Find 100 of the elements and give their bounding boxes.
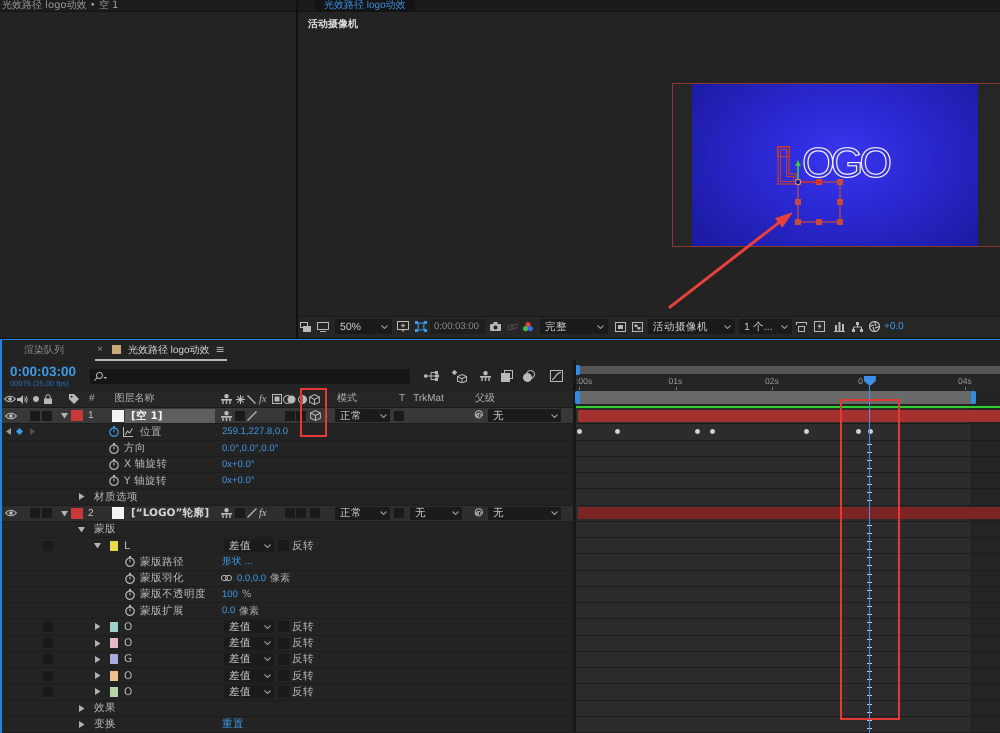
mask-mode-dropdown[interactable]: 差值 <box>224 539 274 552</box>
mask-mode-dropdown[interactable]: 差值 <box>224 669 274 682</box>
spiral-icon[interactable] <box>472 410 483 422</box>
color-swatch-icon[interactable] <box>110 670 118 681</box>
property-value[interactable]: 100 <box>222 588 238 600</box>
navigator-handle[interactable] <box>575 391 580 404</box>
mask-mode-dropdown[interactable]: 差值 <box>224 652 274 666</box>
eye-icon[interactable] <box>5 509 17 518</box>
color-swatch-icon[interactable] <box>71 508 83 519</box>
stopwatch-icon[interactable] <box>125 588 135 600</box>
left-triangle-icon[interactable] <box>6 428 11 436</box>
switch-toggle[interactable] <box>42 410 52 421</box>
frames-stack-icon[interactable] <box>501 370 513 382</box>
panel-tab[interactable]: 渲染队列 <box>14 340 74 361</box>
switch-toggle[interactable] <box>394 410 404 421</box>
mask-mode-dropdown[interactable]: 差值 <box>224 685 274 698</box>
figure-wall-icon[interactable] <box>221 410 232 421</box>
slash-icon[interactable] <box>247 508 257 518</box>
color-swatch-icon[interactable] <box>110 540 118 551</box>
exposure-value[interactable]: +0.0 <box>884 321 904 332</box>
twirl-triangle-icon[interactable] <box>78 493 85 500</box>
bracket-frame-icon[interactable] <box>796 322 807 332</box>
color-swatch-icon[interactable] <box>110 638 118 648</box>
close-button[interactable]: × <box>97 344 103 354</box>
camera-icon[interactable] <box>490 322 501 331</box>
checkerboard-icon[interactable] <box>632 322 643 332</box>
lightning-frame-icon[interactable] <box>814 321 825 332</box>
property-value[interactable]: 0x+0.0° <box>222 475 255 486</box>
keyframe-icon[interactable] <box>804 429 808 434</box>
spiral-icon[interactable] <box>472 508 483 519</box>
switch-toggle[interactable] <box>285 410 295 421</box>
stopwatch-icon[interactable] <box>109 442 119 454</box>
twirl-triangle-icon[interactable] <box>94 640 101 647</box>
playhead[interactable] <box>864 376 876 386</box>
blend-mode-dropdown[interactable]: 正常 <box>335 506 390 520</box>
track-matte-dropdown[interactable]: 无 <box>410 506 462 520</box>
property-value[interactable]: 0.0°,0.0°,0.0° <box>222 442 278 454</box>
hierarchy-icon[interactable] <box>852 322 863 332</box>
parent-dropdown[interactable]: 无 <box>488 506 561 520</box>
diamond-icon[interactable] <box>16 428 23 436</box>
reset-link[interactable]: 重置 <box>222 717 244 732</box>
twirl-triangle-icon[interactable] <box>94 688 101 696</box>
eye-icon[interactable] <box>4 395 16 403</box>
up-arrow-icon[interactable] <box>795 160 801 185</box>
slash-icon[interactable] <box>247 410 257 421</box>
eye-icon[interactable] <box>5 412 17 420</box>
mask-mode-dropdown[interactable]: 差值 <box>224 636 274 650</box>
color-swatch-icon[interactable] <box>110 686 118 697</box>
keyframe-icon[interactable] <box>576 429 582 434</box>
resolution-dropdown[interactable]: 完整 <box>540 319 608 334</box>
stopwatch-icon[interactable] <box>109 426 119 438</box>
property-value[interactable]: 0.0,0.0 <box>237 572 266 584</box>
figure-wall-icon[interactable] <box>221 508 232 518</box>
parent-dropdown[interactable]: 无 <box>488 409 561 422</box>
color-swatch-icon[interactable] <box>112 345 121 354</box>
layer-name[interactable]: [空 1] <box>125 408 215 423</box>
node-tree-icon[interactable] <box>424 371 439 381</box>
twirl-triangle-icon[interactable] <box>61 510 68 517</box>
color-dots-icon[interactable] <box>523 322 533 332</box>
color-swatch-icon[interactable] <box>110 622 118 632</box>
stopwatch-icon[interactable] <box>125 605 135 616</box>
camera-dropdown[interactable]: 活动摄像机 <box>648 319 735 334</box>
stopwatch-icon[interactable] <box>109 458 119 470</box>
stopwatch-icon[interactable] <box>125 556 135 568</box>
graph-icon[interactable] <box>123 426 133 437</box>
twirl-triangle-icon[interactable] <box>78 526 85 533</box>
keyframe-icon[interactable] <box>614 429 620 434</box>
square-frame-icon[interactable] <box>615 322 626 332</box>
search-field[interactable] <box>90 368 410 384</box>
zoom-dropdown[interactable]: 50% <box>335 319 392 334</box>
monitor-icon[interactable] <box>317 322 329 332</box>
twirl-triangle-icon[interactable] <box>94 656 101 663</box>
switch-toggle[interactable] <box>235 410 245 421</box>
cube-sparkle-icon[interactable] <box>452 370 467 382</box>
mask-mode-dropdown[interactable]: 差值 <box>224 620 274 634</box>
timecode-display[interactable]: 0:00:03:00 <box>10 364 76 379</box>
property-value[interactable]: 形状 ... <box>222 555 253 568</box>
stacked-screens-icon[interactable] <box>300 322 311 332</box>
stopwatch-icon[interactable] <box>109 475 119 486</box>
keyframe-icon[interactable] <box>856 429 860 434</box>
curve-box-icon[interactable] <box>550 370 563 382</box>
viewer-tab[interactable]: 光效路径 logo动效 <box>315 0 415 11</box>
cube-icon[interactable] <box>310 410 321 422</box>
property-value[interactable]: 0x+0.0° <box>222 458 255 470</box>
figure-wall-icon[interactable] <box>480 371 491 381</box>
link-icon[interactable] <box>221 575 232 582</box>
color-swatch-icon[interactable] <box>71 410 83 422</box>
property-value[interactable]: 0.0 <box>222 605 236 616</box>
circles-stack-icon[interactable] <box>523 370 535 382</box>
aperture-icon[interactable] <box>869 321 880 332</box>
twirl-triangle-icon[interactable] <box>78 704 85 712</box>
blend-mode-dropdown[interactable]: 正常 <box>335 409 390 422</box>
color-swatch-icon[interactable] <box>110 654 118 664</box>
keyframe-icon[interactable] <box>710 429 714 434</box>
timecode-field[interactable]: 0:00:03:00 <box>430 319 485 334</box>
panel-tab[interactable]: × 光效路径 logo动效 ≡ <box>95 340 227 361</box>
layer-row[interactable]: 2 [“LOGO”轮廓] fx 正常 无 无 <box>2 506 1000 522</box>
twirl-triangle-icon[interactable] <box>61 412 68 420</box>
layer-name[interactable]: [“LOGO”轮廓] <box>125 506 215 520</box>
bars-icon[interactable] <box>834 322 845 332</box>
